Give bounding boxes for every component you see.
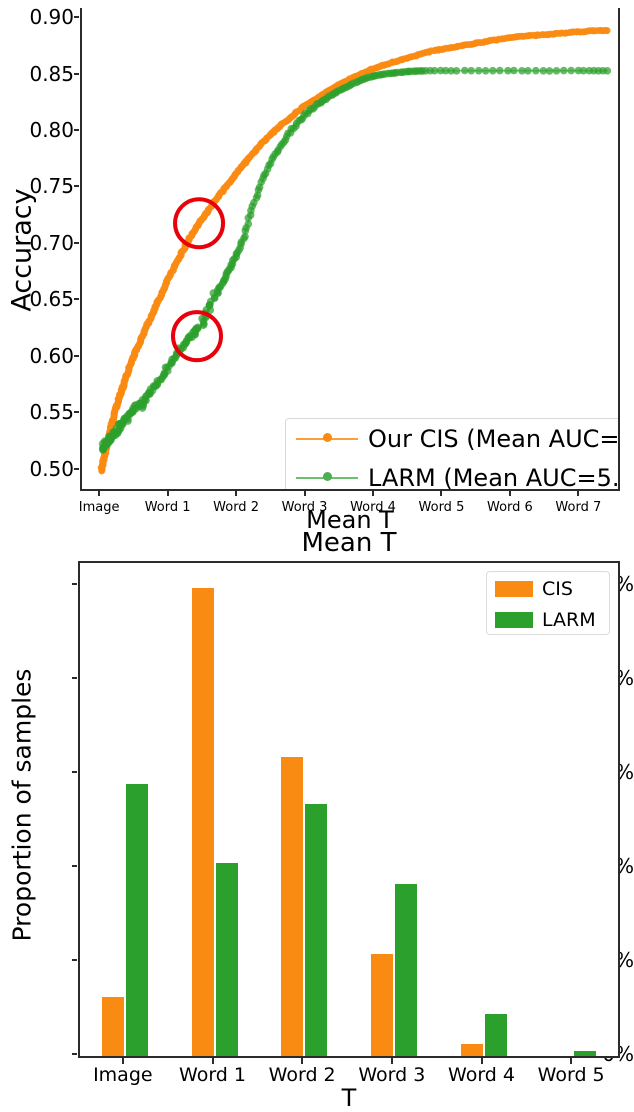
larm-bar-word-2	[305, 804, 328, 1056]
bottom-legend-label-cis: CIS	[542, 578, 573, 600]
top-y-tickmark	[74, 72, 79, 75]
bottom-x-tickmark	[301, 1058, 304, 1064]
top-x-tickmark	[235, 491, 238, 496]
top-y-tick: 0.80	[29, 118, 74, 142]
top-legend: Our CIS (Mean AUC=5.90) LARM (Mean AUC=5…	[285, 418, 620, 491]
bottom-y-tickmark	[72, 771, 77, 774]
top-y-tickmark	[74, 241, 79, 244]
top-x-tickmark	[98, 491, 101, 496]
bar-group	[80, 563, 618, 1056]
cis-bar-word-4	[460, 1043, 483, 1056]
bottom-legend: CIS LARM	[486, 571, 610, 635]
larm-bar-word-1	[215, 862, 238, 1056]
bottom-chart-title: Mean T	[301, 528, 397, 558]
cis-color-swatch-icon	[495, 581, 533, 597]
top-y-tickmark	[74, 16, 79, 19]
top-y-tickmark	[74, 129, 79, 131]
top-y-tick: 0.90	[29, 5, 74, 30]
top-x-tickmark	[440, 491, 443, 496]
top-y-tickmark	[74, 185, 79, 188]
larm-bar-word-5	[574, 1051, 597, 1056]
cis-bar-word-2	[281, 757, 304, 1056]
cis-line-marker-icon	[296, 429, 358, 449]
bottom-x-tickmark	[570, 1058, 573, 1064]
top-legend-row-cis: Our CIS (Mean AUC=5.90)	[286, 419, 620, 459]
top-x-tick: Word 1	[144, 500, 191, 515]
bottom-y-tickmark	[72, 865, 77, 868]
bottom-x-tickmark	[480, 1058, 483, 1064]
cis-bar-image	[101, 996, 124, 1056]
larm-bar-word-3	[394, 884, 417, 1056]
bottom-x-tick: Word 4	[448, 1064, 515, 1086]
bottom-x-tick: Word 2	[268, 1064, 336, 1086]
top-x-tick: Word 7	[555, 500, 602, 515]
bottom-y-tickmark	[72, 583, 77, 586]
top-y-tick: 0.70	[29, 230, 74, 255]
top-x-tick: Word 6	[486, 500, 533, 515]
bottom-y-tickmark	[72, 959, 77, 962]
bottom-axis-y-label: Proportion of samples	[7, 668, 37, 942]
bottom-x-tickmark	[211, 1058, 214, 1064]
top-x-tickmark	[577, 491, 580, 496]
accuracy-vs-mean-t-chart: Accuracy 0.50 0.55 0.60 0.65 0.70 0.75 0.80 0.8…	[0, 0, 634, 534]
top-y-tick: 0.65	[29, 287, 74, 312]
top-y-tick: 0.55	[29, 400, 74, 425]
bottom-x-tick: Image	[93, 1064, 153, 1086]
top-plot-area: Our CIS (Mean AUC=5.90) LARM (Mean AUC=5…	[80, 8, 620, 491]
bottom-ylabel-holder: Proportion of samples	[8, 550, 37, 1060]
top-legend-label-cis: Our CIS (Mean AUC=5.90)	[368, 425, 620, 453]
top-y-tickmark	[74, 411, 79, 414]
top-y-tickmark	[74, 298, 79, 301]
top-y-tickmark	[74, 467, 79, 470]
larm-color-swatch-icon	[495, 612, 533, 628]
top-legend-row-larm: LARM (Mean AUC=5.61)	[286, 458, 620, 491]
top-x-tick: Word 2	[213, 500, 259, 515]
top-x-tickmark	[166, 491, 169, 496]
top-ylabel-holder: Accuracy	[7, 0, 38, 490]
top-x-tick: Word 5	[418, 500, 465, 515]
top-x-tick: Image	[78, 500, 120, 515]
bottom-x-tickmark	[121, 1058, 124, 1064]
larm-bar-word-4	[484, 1013, 507, 1056]
top-y-tick: 0.50	[29, 456, 74, 481]
bottom-axis-x-label: T	[341, 1084, 357, 1112]
figure-root: Accuracy 0.50 0.55 0.60 0.65 0.70 0.75 0.80 0.8…	[0, 0, 634, 1112]
bottom-y-tickmark	[72, 677, 77, 680]
bottom-legend-label-larm: LARM	[542, 609, 596, 631]
top-x-tickmark	[508, 491, 511, 496]
top-y-tick: 0.60	[29, 343, 74, 368]
bottom-x-tick: Word 1	[179, 1064, 246, 1086]
top-x-tickmark	[303, 491, 306, 496]
cis-bar-word-1	[191, 588, 214, 1056]
top-legend-label-larm: LARM (Mean AUC=5.61)	[368, 464, 620, 491]
bottom-plot-area: CIS LARM	[78, 561, 620, 1058]
top-series-canvas	[97, 26, 612, 475]
larm-line-marker-icon	[296, 468, 358, 488]
top-y-tick: 0.75	[29, 174, 74, 199]
bottom-x-tickmark	[390, 1058, 393, 1064]
bottom-x-tick: Word 3	[358, 1064, 426, 1086]
cis-series	[97, 26, 611, 475]
bottom-x-tick: Word 5	[537, 1064, 605, 1086]
cis-bar-word-3	[370, 953, 393, 1056]
top-y-tick: 0.85	[29, 61, 74, 86]
top-x-tickmark	[371, 491, 374, 496]
larm-bar-image	[125, 783, 148, 1056]
proportion-of-samples-chart: Mean T Proportion of samples 0%10%20%30%…	[0, 528, 634, 1112]
bottom-y-tickmark	[72, 1053, 77, 1055]
bottom-legend-row-cis: CIS	[487, 575, 609, 603]
top-y-tickmark	[74, 354, 79, 357]
bottom-legend-row-larm: LARM	[487, 606, 609, 634]
